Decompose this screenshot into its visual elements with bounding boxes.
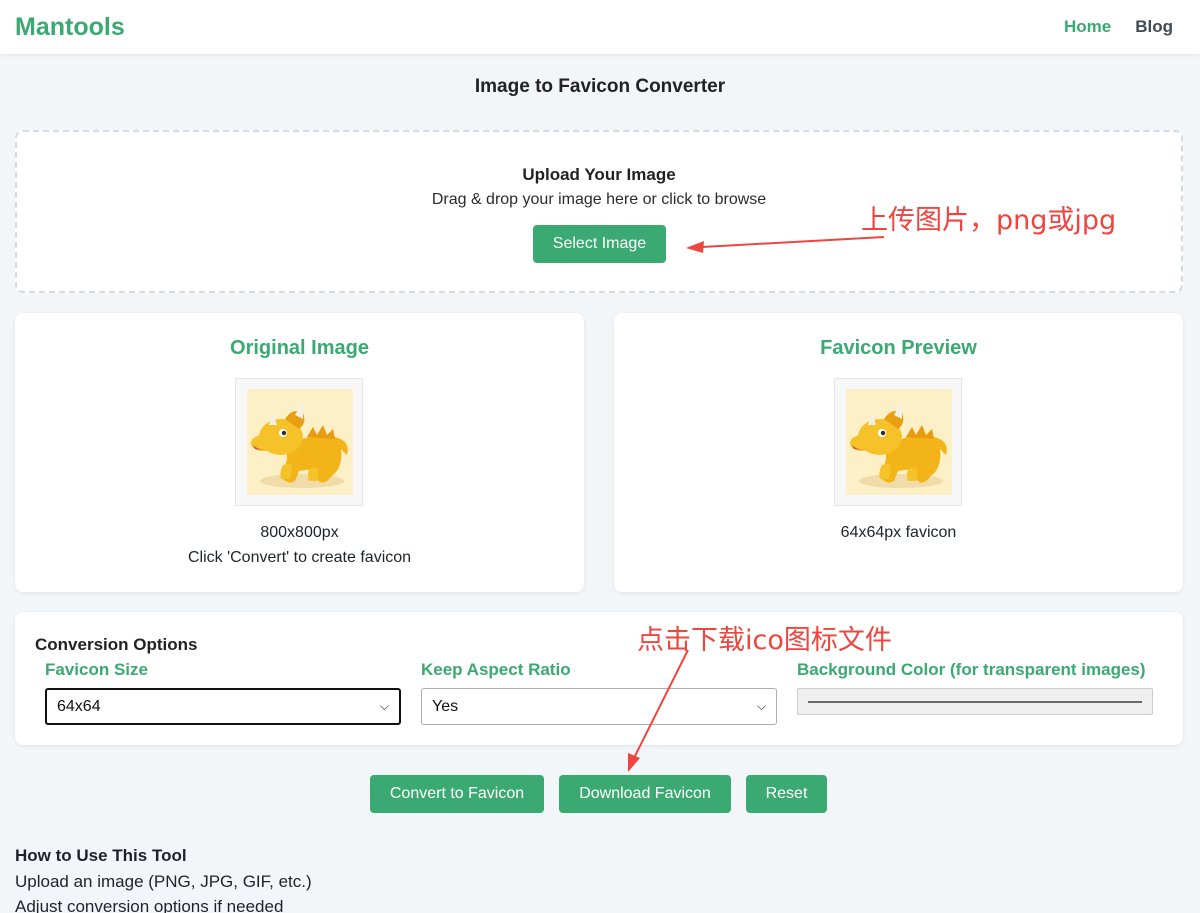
background-color-label: Background Color (for transparent images…: [797, 660, 1146, 679]
dinosaur-toy-image: [846, 389, 952, 495]
favicon-preview-card: Favicon Preview 64x64px favicon: [614, 313, 1183, 592]
upload-title: Upload Your Image: [522, 165, 676, 184]
original-image: [247, 389, 353, 495]
top-navbar: Mantools Home Blog: [0, 0, 1200, 54]
arrow-head-icon: [628, 753, 640, 772]
reset-button[interactable]: Reset: [746, 775, 827, 813]
favicon-preview-heading: Favicon Preview: [820, 337, 977, 359]
chevron-down-icon: ⌵: [756, 699, 766, 713]
how-to-title: How to Use This Tool: [15, 846, 187, 865]
select-image-button[interactable]: Select Image: [533, 225, 666, 263]
color-swatch: [808, 701, 1142, 703]
background-color-option: Background Color (for transparent images…: [797, 660, 1153, 715]
nav-link-home[interactable]: Home: [1064, 17, 1111, 37]
aspect-ratio-option: Keep Aspect Ratio Yes ⌵: [421, 660, 777, 725]
original-image-heading: Original Image: [230, 337, 369, 359]
favicon-size-value: 64x64: [57, 697, 101, 715]
favicon-size-label: Favicon Size: [45, 660, 148, 679]
how-to-step: Adjust conversion options if needed: [15, 897, 284, 913]
site-logo[interactable]: Mantools: [15, 13, 125, 42]
original-dimensions: 800x800px: [260, 524, 339, 541]
favicon-size-select[interactable]: 64x64 ⌵: [45, 688, 401, 725]
download-favicon-button[interactable]: Download Favicon: [559, 775, 731, 813]
upload-annotation: 上传图片，png或jpg: [861, 205, 1117, 236]
favicon-preview-image: [846, 389, 952, 495]
page-title: Image to Favicon Converter: [474, 76, 726, 97]
how-to-step: Upload an image (PNG, JPG, GIF, etc.): [15, 872, 312, 891]
nav-links: Home Blog: [1064, 17, 1185, 37]
chevron-down-icon: ⌵: [379, 699, 389, 713]
background-color-picker[interactable]: [797, 688, 1153, 715]
original-hint: Click 'Convert' to create favicon: [187, 549, 412, 566]
aspect-ratio-select[interactable]: Yes ⌵: [421, 688, 777, 725]
convert-button[interactable]: Convert to Favicon: [370, 775, 544, 813]
conversion-options-panel: Conversion Options Favicon Size 64x64 ⌵ …: [15, 612, 1183, 745]
nav-link-blog[interactable]: Blog: [1135, 17, 1173, 37]
dinosaur-toy-image: [247, 389, 353, 495]
favicon-size-option: Favicon Size 64x64 ⌵: [45, 660, 401, 725]
download-annotation: 点击下载ico图标文件: [637, 625, 892, 656]
favicon-preview-frame: [834, 378, 962, 506]
original-image-card: Original Image 800x800px Click 'Convert': [15, 313, 584, 592]
favicon-caption: 64x64px favicon: [840, 524, 957, 541]
conversion-options-heading: Conversion Options: [35, 635, 198, 654]
how-to-section: How to Use This Tool Upload an image (PN…: [15, 846, 312, 913]
aspect-ratio-label: Keep Aspect Ratio: [421, 660, 571, 679]
original-image-frame: [235, 378, 363, 506]
aspect-ratio-value: Yes: [432, 697, 459, 715]
